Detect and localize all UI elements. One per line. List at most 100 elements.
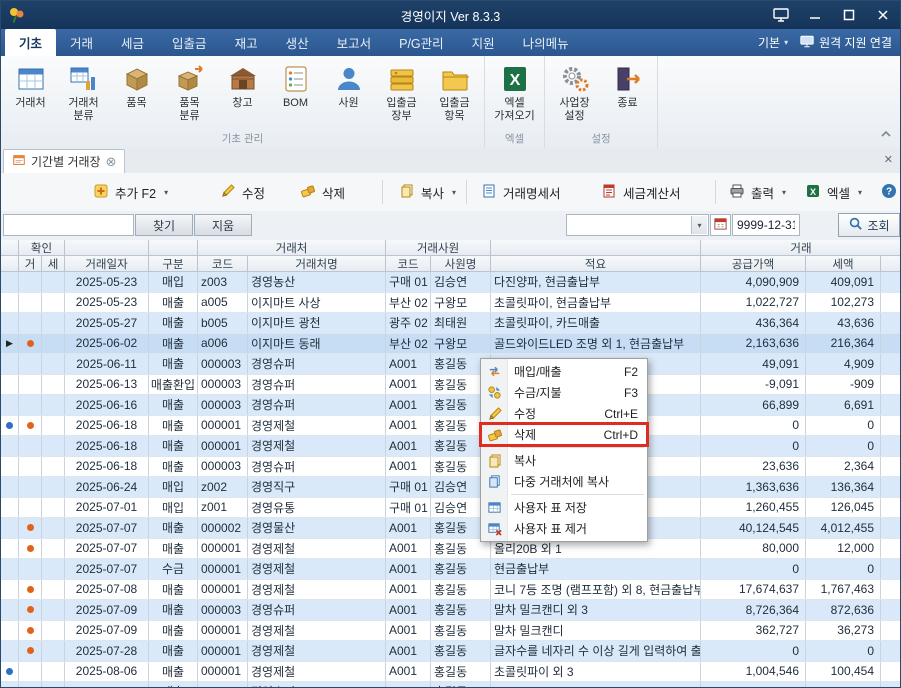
grid-row[interactable]: 2025-07-01매입z001경영유통구매 01김승연1,260,455126… — [1, 498, 900, 519]
grid-row[interactable]: 2025-06-16매출000003경영슈퍼A001홍길동현금출납부66,899… — [1, 395, 900, 416]
clear-button[interactable]: 지움 — [194, 214, 252, 236]
ribbon-item-cash-ledger[interactable]: 입출금 장부 — [375, 58, 428, 132]
grid-row[interactable]: 2025-06-18매출000001경영제철A001홍길동00 — [1, 416, 900, 437]
row-selector[interactable] — [1, 559, 19, 579]
tab-period-ledger[interactable]: 기간별 거래장 ⊗ — [3, 149, 125, 173]
basic-dropdown[interactable]: 기본 ▾ — [758, 34, 788, 51]
column-header-emp-name[interactable]: 사원명 — [431, 256, 491, 272]
screen-share-icon[interactable] — [764, 1, 798, 29]
column-header-partner-name[interactable]: 거래처명 — [248, 256, 386, 272]
column-header-tax[interactable]: 세액 — [806, 256, 881, 272]
menu-item-multi-copy[interactable]: 다중 거래처에 복사 — [481, 471, 647, 492]
find-button[interactable]: 찾기 — [135, 214, 193, 236]
menu-item-delete-eraser[interactable]: 삭제Ctrl+D — [481, 424, 647, 445]
menu-tab-보고서[interactable]: 보고서 — [323, 29, 386, 56]
row-selector[interactable] — [1, 600, 19, 620]
group-header-confirm[interactable]: 확인 — [19, 240, 65, 256]
grid-row[interactable]: 2025-07-07수금000001경영제철A001홍길동현금출납부00 — [1, 559, 900, 580]
grid-row[interactable]: 2025-07-28매출000001경영제철A001홍길동글자수를 네자리 수 … — [1, 641, 900, 662]
grid-row[interactable]: 2025-06-18매출000001경영제철A001홍길동00 — [1, 436, 900, 457]
row-selector[interactable] — [1, 539, 19, 559]
row-selector[interactable] — [1, 272, 19, 292]
row-selector[interactable] — [1, 416, 19, 436]
grid-row[interactable]: 2025-07-08매출000001경영제철A001홍길동코니 7등 조명 (램… — [1, 580, 900, 601]
menu-tab-생산[interactable]: 생산 — [272, 29, 323, 56]
row-selector[interactable] — [1, 682, 19, 687]
menu-item-purchase-sales[interactable]: 매입/매출F2 — [481, 361, 647, 382]
print-button[interactable]: 출력 ▾ — [723, 177, 792, 207]
grid-row[interactable]: ▶2025-06-02매출a006이지마트 동래부산 02구왕모골드와이드LED… — [1, 334, 900, 355]
group-header-sales-emp[interactable]: 거래사원 — [386, 240, 491, 256]
filter-combobox[interactable]: ▾ — [566, 214, 709, 236]
row-selector[interactable] — [1, 375, 19, 395]
delete-button[interactable]: 삭제 — [294, 177, 351, 207]
menu-tab-P/G관리[interactable]: P/G관리 — [385, 29, 458, 56]
grid-row[interactable]: 2025-07-09매출000001경영제철A001홍길동말차 밀크캔디362,… — [1, 621, 900, 642]
query-button[interactable]: 조회 — [838, 213, 900, 237]
statement-button[interactable]: 거래명세서 — [475, 177, 567, 207]
menu-item-receipt-payment[interactable]: 수금/지불F3 — [481, 382, 647, 403]
column-header-type[interactable]: 구분 — [149, 256, 198, 272]
help-button[interactable]: ? — [875, 177, 901, 207]
row-selector[interactable] — [1, 313, 19, 333]
column-header-code[interactable]: 코드 — [198, 256, 248, 272]
group-header-trade[interactable]: 거래 — [701, 240, 900, 256]
grid-row[interactable]: 2025-07-07매출000002경영물산A001홍길동현금출납부, 에누리4… — [1, 518, 900, 539]
group-header-partner[interactable]: 거래처 — [198, 240, 386, 256]
menu-tab-재고[interactable]: 재고 — [221, 29, 272, 56]
menu-tab-거래[interactable]: 거래 — [56, 29, 107, 56]
ribbon-item-warehouse[interactable]: 창고 — [216, 58, 269, 132]
menu-tab-기초[interactable]: 기초 — [5, 29, 56, 56]
row-selector[interactable] — [1, 580, 19, 600]
ribbon-item-partner-table[interactable]: 거래처 — [4, 58, 57, 132]
ribbon-item-bom-list[interactable]: BOM — [269, 58, 322, 132]
maximize-button[interactable] — [832, 1, 866, 29]
close-button[interactable] — [866, 1, 900, 29]
row-selector[interactable] — [1, 395, 19, 415]
row-selector[interactable] — [1, 477, 19, 497]
grid-row[interactable]: 2025-05-27매출b005이지마트 광천광주 02최태원초콜릿파이, 카드… — [1, 313, 900, 334]
menu-item-table-save[interactable]: 사용자 표 저장 — [481, 497, 647, 518]
grid-row[interactable]: 2025-06-18매출000003경영슈퍼A001홍길동23,6362,364 — [1, 457, 900, 478]
calendar-button[interactable] — [710, 214, 731, 236]
ribbon-item-exit-door[interactable]: 종료 — [601, 58, 654, 132]
tab-close-icon[interactable]: ⊗ — [106, 155, 117, 168]
add-button[interactable]: 추가 F2 ▾ — [87, 177, 174, 207]
grid-row[interactable]: 2025-08-06매출000001경영제철A001홍길동초콜릿파이 외 31,… — [1, 662, 900, 683]
grid-row[interactable]: 2025-05-23매출a005이지마트 사상부산 02구왕모초콜릿파이, 현금… — [1, 293, 900, 314]
grid-row[interactable]: 2025-06-24매입z002경영직구구매 01김승연1,363,636136… — [1, 477, 900, 498]
grid-row[interactable]: 2025-06-11매출000003경영슈퍼A001홍길동49,0914,909 — [1, 354, 900, 375]
ribbon-item-excel-import[interactable]: X엑셀 가져오기 — [488, 58, 541, 132]
grid-row[interactable]: 2025-07-07매출000001경영제철A001홍길동올리20B 외 180… — [1, 539, 900, 560]
row-selector[interactable] — [1, 457, 19, 477]
date-input[interactable] — [732, 214, 800, 236]
grid-row[interactable]: 2025-07-09매출000003경영슈퍼A001홍길동말차 밀크캔디 외 3… — [1, 600, 900, 621]
grid-row[interactable]: 2025-08-08매출000003경영슈퍼A001홍길동 — [1, 682, 900, 687]
row-selector[interactable] — [1, 354, 19, 374]
copy-button[interactable]: 복사 ▾ — [393, 177, 462, 207]
search-input[interactable] — [3, 214, 134, 236]
ribbon-item-employee[interactable]: 사원 — [322, 58, 375, 132]
edit-button[interactable]: 수정 — [214, 177, 271, 207]
menu-item-table-remove[interactable]: 사용자 표 제거 — [481, 518, 647, 539]
ribbon-item-settings-gear[interactable]: 사업장 설정 — [548, 58, 601, 132]
row-selector[interactable]: ▶ — [1, 334, 19, 354]
ribbon-item-item-category[interactable]: 품목 분류 — [163, 58, 216, 132]
row-selector[interactable] — [1, 518, 19, 538]
menu-tab-입출금[interactable]: 입출금 — [158, 29, 221, 56]
grid-row[interactable]: 2025-05-23매입z003경영농산구매 01김승연다진양파, 현금출납부4… — [1, 272, 900, 293]
column-header-date[interactable]: 거래일자 — [65, 256, 149, 272]
ribbon-item-partner-category[interactable]: 거래처 분류 — [57, 58, 110, 132]
tax-invoice-button[interactable]: 세금계산서 — [595, 177, 687, 207]
menu-tab-지원[interactable]: 지원 — [458, 29, 509, 56]
close-all-tabs-icon[interactable]: ✕ — [884, 153, 893, 166]
excel-button[interactable]: X 엑셀 ▾ — [799, 177, 868, 207]
column-header-se[interactable]: 세 — [42, 256, 65, 272]
remote-support-link[interactable]: 원격 지원 연결 — [800, 34, 892, 51]
menu-tab-세금[interactable]: 세금 — [107, 29, 158, 56]
row-selector[interactable] — [1, 293, 19, 313]
column-header-memo[interactable]: 적요 — [491, 256, 701, 272]
row-selector[interactable] — [1, 662, 19, 682]
row-selector[interactable] — [1, 436, 19, 456]
menu-item-edit-pencil[interactable]: 수정Ctrl+E — [481, 403, 647, 424]
